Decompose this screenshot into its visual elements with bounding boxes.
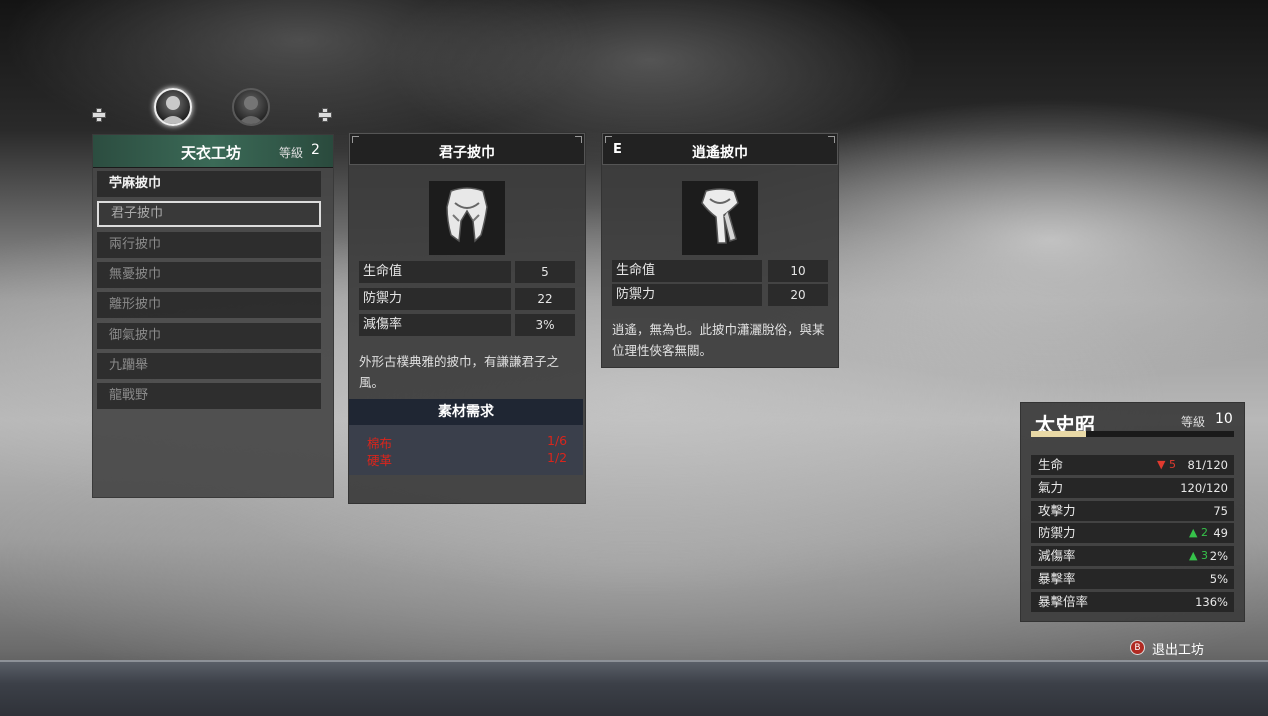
portrait-icon	[160, 96, 186, 124]
character-stat-label: 生命	[1038, 457, 1064, 472]
scarf-icon	[429, 181, 505, 255]
selected-item-header: 君子披巾	[349, 133, 585, 165]
list-item[interactable]: 龍戰野	[97, 383, 321, 410]
character-stat-row: 生命 ▼ 5 81/120	[1031, 455, 1234, 475]
dpad-left-icon[interactable]	[92, 108, 106, 122]
equipped-item-panel: E 逍遙披巾 生命值 10 防禦力 20 逍遙，無為也。此披巾瀟灑脫俗，與某位理性俠客…	[601, 132, 839, 368]
list-item[interactable]: 離形披巾	[97, 292, 321, 319]
character-stat-label: 暴擊率	[1038, 571, 1076, 586]
character-selector	[92, 88, 332, 128]
frame-corner	[828, 136, 835, 143]
character-level-label: 等級	[1181, 415, 1206, 429]
character-stat-value: 5%	[1209, 572, 1228, 586]
materials-header: 素材需求	[349, 399, 583, 425]
workshop-level-label: 等級	[279, 146, 304, 160]
character-stat-label: 減傷率	[1038, 548, 1076, 564]
character-stat-value: 49	[1213, 526, 1228, 541]
stat-value: 3%	[515, 314, 575, 336]
selected-item-name: 君子披巾	[439, 145, 495, 161]
frame-corner	[605, 136, 612, 143]
character-stat-value: 136%	[1195, 594, 1228, 609]
character-stat-row: 暴擊率 5%	[1031, 569, 1234, 589]
selected-item-panel: 君子披巾 生命值 5 防禦力 22 減傷率 3% 外形古樸典雅的披巾，有謙謙君子之風。 素…	[348, 132, 586, 504]
equipped-item-header: E 逍遙披巾	[602, 133, 838, 165]
b-button-icon: B	[1130, 640, 1145, 655]
character-stats-panel: 太史昭 等級 10 生命 ▼ 5 81/120 氣力 120/120 攻擊力 75 防禦力 ▲ …	[1020, 402, 1245, 622]
list-item[interactable]: 君子披巾	[97, 201, 321, 228]
stat-label: 生命值	[612, 260, 762, 282]
character-level-value: 10	[1215, 411, 1233, 427]
character-stat-row: 攻擊力 75	[1031, 500, 1234, 521]
character-stat-delta: ▲ 3	[1189, 549, 1208, 563]
character-stat-label: 防禦力	[1038, 525, 1076, 541]
stat-value: 10	[768, 260, 828, 282]
materials-list: 棉布 1/6 硬革 1/2	[349, 425, 583, 475]
character-stat-label: 暴擊倍率	[1038, 593, 1089, 609]
material-count: 1/2	[547, 450, 568, 465]
stat-label: 生命值	[359, 261, 511, 283]
frame-corner	[575, 136, 582, 143]
stat-label: 減傷率	[359, 314, 511, 336]
list-item[interactable]: 無憂披巾	[97, 261, 321, 288]
bottom-bar	[0, 660, 1268, 716]
stat-label: 防禦力	[359, 287, 511, 310]
frame-corner	[352, 136, 359, 143]
character-stat-row: 防禦力 ▲ 2 49	[1031, 523, 1234, 544]
workshop-header: 天衣工坊 等級 2	[93, 135, 333, 168]
character-avatar-active[interactable]	[154, 88, 192, 126]
character-stat-value: 2%	[1209, 549, 1228, 564]
material-count: 1/6	[547, 433, 568, 448]
stat-value: 20	[768, 284, 828, 306]
workshop-list-panel: 天衣工坊 等級 2 苧麻披巾君子披巾兩行披巾無憂披巾離形披巾御氣披巾九躪舉龍戰野	[92, 134, 334, 498]
experience-fill	[1031, 431, 1086, 437]
character-stat-label: 攻擊力	[1038, 502, 1076, 518]
stat-value: 22	[515, 287, 575, 310]
list-item[interactable]: 苧麻披巾	[97, 171, 321, 197]
list-item[interactable]: 御氣披巾	[97, 322, 321, 349]
material-name: 硬革	[367, 453, 393, 468]
equipped-item-name: 逍遙披巾	[692, 145, 748, 161]
workshop-title: 天衣工坊	[181, 144, 242, 162]
character-stat-delta: ▲ 2	[1189, 526, 1208, 540]
character-stat-row: 暴擊倍率 136%	[1031, 591, 1234, 612]
character-stat-value: 75	[1213, 503, 1228, 518]
equipped-item-description: 逍遙，無為也。此披巾瀟灑脫俗，與某位理性俠客無關。	[612, 322, 825, 358]
workshop-level-value: 2	[311, 142, 320, 158]
selected-item-description: 外形古樸典雅的披巾，有謙謙君子之風。	[359, 354, 560, 390]
character-stat-delta: ▼ 5	[1157, 458, 1176, 471]
character-stat-value: 81/120	[1187, 458, 1228, 472]
list-item[interactable]: 九躪舉	[97, 352, 321, 379]
character-stat-row: 氣力 120/120	[1031, 477, 1234, 498]
portrait-icon	[238, 96, 264, 124]
experience-bar	[1031, 431, 1234, 437]
character-stat-row: 減傷率 ▲ 3 2%	[1031, 546, 1234, 567]
exit-workshop-label: 退出工坊	[1152, 643, 1205, 658]
dpad-right-icon[interactable]	[318, 108, 332, 122]
character-stat-label: 氣力	[1038, 479, 1064, 495]
stat-label: 防禦力	[612, 284, 762, 306]
character-avatar-other[interactable]	[232, 88, 270, 126]
character-stat-value: 120/120	[1180, 480, 1228, 495]
scarf-icon	[682, 181, 758, 255]
stat-value: 5	[515, 261, 575, 283]
list-item[interactable]: 兩行披巾	[97, 231, 321, 258]
